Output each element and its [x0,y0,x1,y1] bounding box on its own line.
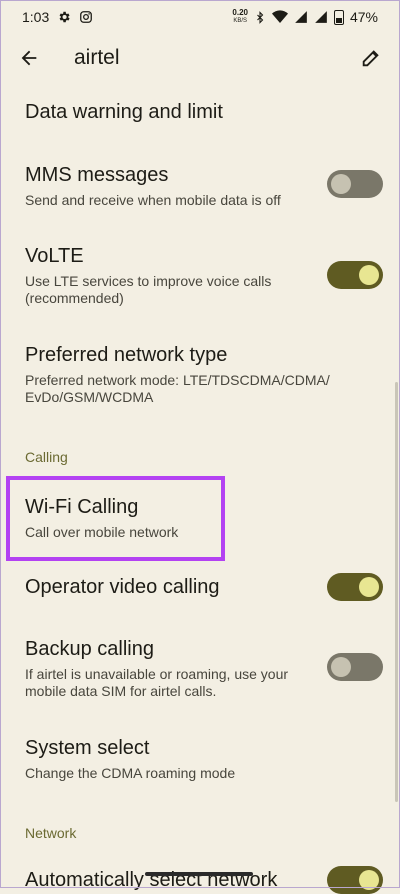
volte-title: VoLTE [25,245,84,267]
system-select-subtitle: Change the CDMA roaming mode [25,765,236,781]
volte-item[interactable]: VoLTE Use LTE services to improve voice … [25,243,310,307]
data-warning-title: Data warning and limit [25,101,223,123]
system-select-item[interactable]: System select Change the CDMA roaming mo… [25,735,310,782]
volte-toggle[interactable] [327,261,383,289]
status-time: 1:03 [22,9,50,25]
calling-section-header: Calling [25,449,68,465]
toggle-knob [359,870,379,890]
bluetooth-icon [257,10,264,24]
preferred-network-title: Preferred network type [25,344,228,366]
battery-icon [333,9,344,25]
mms-messages-toggle[interactable] [327,170,383,198]
system-select-title: System select [25,737,150,759]
edit-pencil-icon[interactable] [360,47,382,69]
status-bar: 1:03 0.20 KB/S 47% [0,0,400,34]
wifi-icon [271,10,288,23]
page-title: airtel [74,46,120,69]
network-speed-value: 0.20 [232,8,248,17]
operator-video-calling-title: Operator video calling [25,576,220,598]
back-arrow-icon[interactable] [18,47,40,69]
toggle-knob [359,577,379,597]
preferred-network-item[interactable]: Preferred network type Preferred network… [25,342,380,406]
volte-subtitle: Use LTE services to improve voice calls … [25,273,272,306]
toggle-knob [331,657,351,677]
backup-calling-toggle[interactable] [327,653,383,681]
network-section-header: Network [25,825,77,841]
operator-video-calling-item[interactable]: Operator video calling [25,574,310,600]
data-warning-item[interactable]: Data warning and limit [25,99,310,125]
signal-icon [295,11,307,23]
mms-messages-title: MMS messages [25,164,169,186]
instagram-icon [80,11,93,23]
auto-select-network-toggle[interactable] [327,866,383,894]
network-speed-unit: KB/S [233,18,248,24]
operator-video-calling-toggle[interactable] [327,573,383,601]
network-speed: 0.20 KB/S [232,9,248,25]
preferred-network-subtitle: Preferred network mode: LTE/TDSCDMA/CDMA… [25,372,330,405]
scrollbar[interactable] [395,382,398,802]
toggle-knob [331,174,351,194]
app-bar: airtel [0,34,400,82]
highlight-box [6,476,225,561]
mms-messages-subtitle: Send and receive when mobile data is off [25,192,281,208]
toggle-knob [359,265,379,285]
home-indicator[interactable] [145,872,253,876]
battery-level: 47% [349,9,378,25]
status-right: 0.20 KB/S 47% [232,9,378,26]
gear-icon [59,11,70,23]
backup-calling-subtitle: If airtel is unavailable or roaming, use… [25,666,289,699]
backup-calling-item[interactable]: Backup calling If airtel is unavailable … [25,636,320,700]
mms-messages-item[interactable]: MMS messages Send and receive when mobil… [25,162,310,209]
status-left: 1:03 [22,9,93,25]
signal-icon-2 [315,11,327,23]
backup-calling-title: Backup calling [25,638,154,660]
